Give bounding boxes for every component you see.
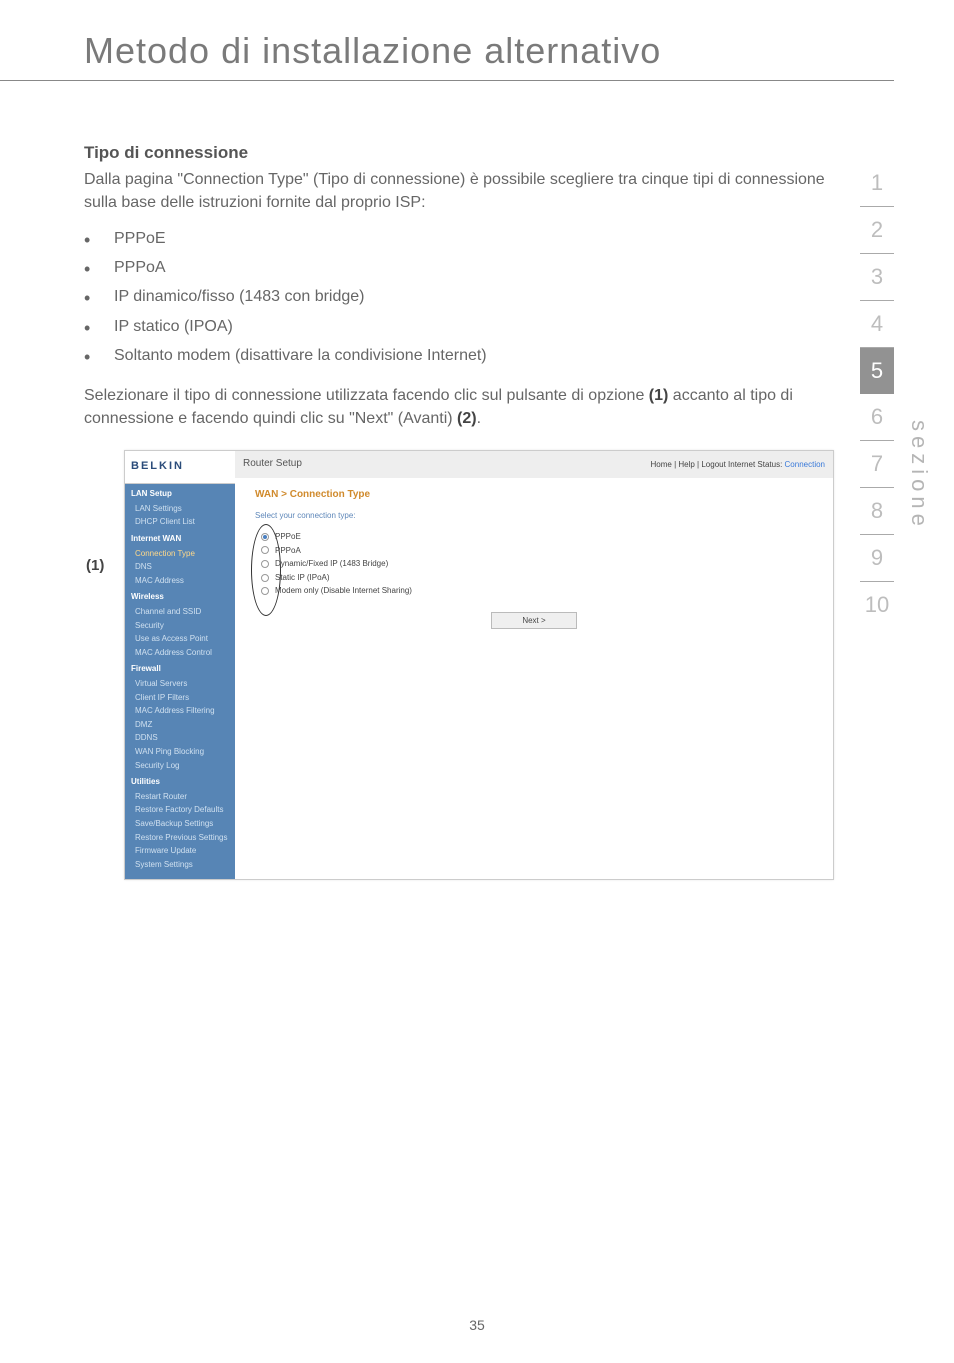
page-title: Metodo di installazione alternativo (0, 0, 894, 81)
breadcrumb: WAN > Connection Type (255, 488, 813, 503)
sidebar-item[interactable]: MAC Address Filtering (125, 704, 235, 718)
sidebar-item[interactable]: LAN Settings (125, 502, 235, 516)
sidebar-item[interactable]: DNS (125, 560, 235, 574)
nav-3: 3 (860, 254, 894, 301)
radio-label: Modem only (Disable Internet Sharing) (275, 585, 412, 597)
sidebar-item[interactable]: WAN Ping Blocking (125, 745, 235, 759)
nav-1: 1 (860, 160, 894, 207)
router-topbar: Router Setup Home | Help | Logout Intern… (235, 451, 833, 478)
select-connection-label: Select your connection type: (255, 510, 813, 522)
sidebar-item[interactable]: Virtual Servers (125, 677, 235, 691)
nav-8: 8 (860, 488, 894, 535)
sidebar-section-wireless: Wireless (125, 587, 235, 605)
sidebar-item[interactable]: Restore Previous Settings (125, 831, 235, 845)
radio-label: Dynamic/Fixed IP (1483 Bridge) (275, 558, 388, 570)
router-body: WAN > Connection Type Select your connec… (235, 478, 833, 640)
radio-label: PPPoA (275, 545, 301, 557)
sidebar-section-utilities: Utilities (125, 772, 235, 790)
sidebar-item[interactable]: Firmware Update (125, 844, 235, 858)
sidebar-section-wan: Internet WAN (125, 529, 235, 547)
radio-modem-only[interactable]: Modem only (Disable Internet Sharing) (255, 584, 813, 598)
nav-10: 10 (860, 582, 894, 628)
sidebar-item[interactable]: MAC Address Control (125, 646, 235, 660)
belkin-logo: BELKIN (125, 451, 235, 484)
radio-icon[interactable] (261, 546, 269, 554)
ref-marker-1: (1) (649, 387, 669, 404)
list-item: PPPoE (84, 224, 834, 253)
nav-9: 9 (860, 535, 894, 582)
para-text: Selezionare il tipo di connessione utili… (84, 387, 649, 404)
sidebar-item[interactable]: System Settings (125, 858, 235, 872)
instruction-paragraph: Selezionare il tipo di connessione utili… (84, 384, 834, 430)
sidebar-item[interactable]: Restart Router (125, 790, 235, 804)
vertical-section-label: sezione (906, 420, 932, 531)
page-number: 35 (0, 1317, 954, 1333)
router-sidebar: BELKIN LAN Setup LAN Settings DHCP Clien… (125, 451, 235, 879)
sidebar-item[interactable]: DMZ (125, 718, 235, 732)
main-content: Tipo di connessione Dalla pagina "Connec… (0, 81, 954, 880)
list-item: IP dinamico/fisso (1483 con bridge) (84, 282, 834, 311)
sidebar-item[interactable]: DHCP Client List (125, 515, 235, 529)
sidebar-item[interactable]: Restore Factory Defaults (125, 803, 235, 817)
list-item: PPPoA (84, 253, 834, 282)
sidebar-item[interactable]: Client IP Filters (125, 691, 235, 705)
radio-label: PPPoE (275, 531, 301, 543)
list-item: Soltanto modem (disattivare la condivisi… (84, 341, 834, 370)
radio-static[interactable]: Static IP (IPoA) (255, 571, 813, 585)
nav-2: 2 (860, 207, 894, 254)
nav-7: 7 (860, 441, 894, 488)
sidebar-item[interactable]: Save/Backup Settings (125, 817, 235, 831)
next-button[interactable]: Next > (491, 612, 576, 630)
sidebar-item[interactable]: Security Log (125, 759, 235, 773)
section-nav: 1 2 3 4 5 6 7 8 9 10 (860, 160, 894, 628)
topbar-title: Router Setup (243, 457, 302, 472)
topbar-links[interactable]: Home | Help | Logout Internet Status: (651, 460, 783, 469)
radio-dynamic[interactable]: Dynamic/Fixed IP (1483 Bridge) (255, 557, 813, 571)
internet-status-value: Connection (782, 460, 825, 469)
connection-type-radios: PPPoE PPPoA Dynamic/Fixed IP (1483 Bridg… (255, 530, 813, 598)
list-item: IP statico (IPOA) (84, 312, 834, 341)
radio-icon[interactable] (261, 587, 269, 595)
nav-4: 4 (860, 301, 894, 348)
next-button-wrap: Next > (255, 612, 813, 630)
connection-type-heading: Tipo di connessione (84, 141, 834, 166)
sidebar-item[interactable]: MAC Address (125, 574, 235, 588)
sidebar-item[interactable]: Channel and SSID (125, 605, 235, 619)
router-screenshot: (1) BELKIN LAN Setup LAN Settings DHCP C… (124, 450, 834, 880)
radio-icon[interactable] (261, 533, 269, 541)
router-main: Router Setup Home | Help | Logout Intern… (235, 451, 833, 879)
radio-icon[interactable] (261, 574, 269, 582)
radio-pppoa[interactable]: PPPoA (255, 544, 813, 558)
radio-pppoe[interactable]: PPPoE (255, 530, 813, 544)
sidebar-section-firewall: Firewall (125, 659, 235, 677)
sidebar-item-connection-type[interactable]: Connection Type (125, 547, 235, 561)
connection-bullet-list: PPPoE PPPoA IP dinamico/fisso (1483 con … (84, 224, 834, 370)
sidebar-item[interactable]: DDNS (125, 731, 235, 745)
sidebar-item[interactable]: Use as Access Point (125, 632, 235, 646)
topbar-right: Home | Help | Logout Internet Status: Co… (651, 459, 826, 471)
sidebar-section-lan: LAN Setup (125, 484, 235, 502)
nav-6: 6 (860, 394, 894, 441)
para-text: . (477, 410, 481, 427)
nav-5: 5 (860, 348, 894, 394)
ref-marker-2: (2) (457, 410, 477, 427)
callout-marker-1: (1) (86, 555, 104, 577)
radio-icon[interactable] (261, 560, 269, 568)
radio-label: Static IP (IPoA) (275, 572, 330, 584)
intro-paragraph: Dalla pagina "Connection Type" (Tipo di … (84, 168, 834, 214)
router-frame: BELKIN LAN Setup LAN Settings DHCP Clien… (124, 450, 834, 880)
sidebar-item[interactable]: Security (125, 619, 235, 633)
